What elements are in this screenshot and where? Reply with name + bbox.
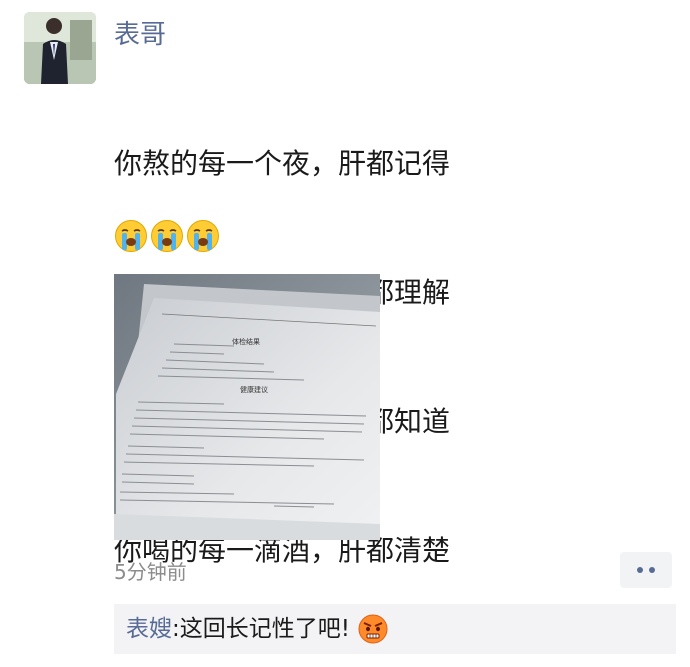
report-title-results: 体检结果 (232, 337, 260, 346)
crying-face-icon (151, 220, 183, 252)
comment-item[interactable]: 表嫂 : 这回长记性了吧! (114, 614, 388, 644)
comment-separator: : (172, 616, 180, 642)
dot-icon (649, 567, 655, 573)
comments-section: 表嫂 : 这回长记性了吧! (114, 604, 676, 654)
post-author-name[interactable]: 表哥 (114, 18, 166, 52)
comment-text: 这回长记性了吧! (179, 616, 350, 642)
crying-face-icon (115, 220, 147, 252)
emoji-row (114, 219, 220, 255)
report-title-advice: 健康建议 (240, 385, 268, 394)
post-text-line: 你熬的每一个夜，肝都记得 (114, 147, 451, 180)
medical-report-photo: 体检结果 健康建议 (114, 274, 380, 540)
dot-icon (637, 567, 643, 573)
comment-author[interactable]: 表嫂 (126, 614, 172, 644)
more-actions-button[interactable] (620, 552, 672, 588)
angry-face-icon (358, 614, 388, 644)
crying-face-icon (187, 220, 219, 252)
post-timestamp: 5分钟前 (114, 560, 187, 584)
post-photo[interactable]: 体检结果 健康建议 (114, 274, 380, 540)
author-avatar[interactable] (24, 12, 96, 84)
